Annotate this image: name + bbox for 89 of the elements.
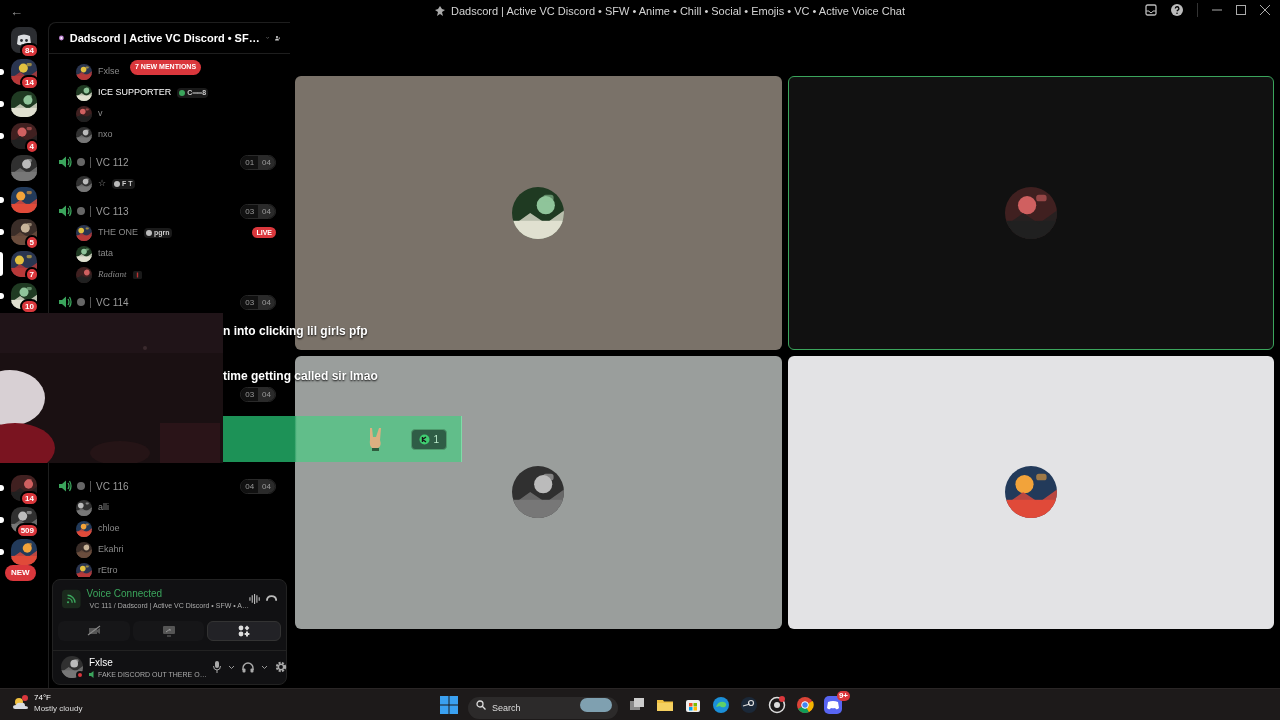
- user-avatar: [76, 175, 92, 192]
- user-avatar[interactable]: [61, 656, 83, 679]
- user-avatar: [76, 520, 92, 537]
- close-icon[interactable]: [1260, 5, 1270, 15]
- member-name[interactable]: Ekahri: [98, 542, 124, 557]
- chat-overlay-text: n into clicking lil girls pfp: [223, 323, 368, 340]
- user-avatar: [76, 541, 92, 558]
- user-avatar: [76, 499, 92, 516]
- server-name[interactable]: Dadscord | Active VC Discord • SF…: [69, 29, 260, 47]
- start-icon[interactable]: [440, 696, 458, 714]
- reaction-count: 1: [411, 428, 447, 450]
- user-avatar: [76, 562, 92, 577]
- user-avatar: [76, 105, 92, 122]
- user-avatar: [76, 245, 92, 262]
- user-count: 03 04: [240, 294, 276, 310]
- member-name[interactable]: Fxlse: [98, 64, 120, 79]
- voice-channel-icon: [58, 156, 72, 168]
- search-highlight-icon: [580, 698, 612, 712]
- tag-icon: [132, 270, 142, 279]
- lock-icon: [77, 158, 85, 166]
- emoji-icon: [419, 433, 431, 445]
- settings-icon[interactable]: [274, 661, 287, 674]
- user-count: 04 04: [240, 478, 276, 494]
- inbox-icon[interactable]: [1145, 4, 1157, 16]
- badge: 14: [20, 75, 39, 90]
- badge: 9+: [836, 691, 850, 701]
- member-name[interactable]: Radiant: [98, 267, 127, 282]
- sound-wave-icon[interactable]: [248, 592, 260, 605]
- channel-name[interactable]: VC 113: [96, 203, 129, 219]
- badge: 84: [20, 43, 39, 58]
- user-avatar: [76, 84, 92, 101]
- video-tile[interactable]: [787, 355, 1274, 629]
- lock-icon: [77, 298, 85, 306]
- search-icon: [476, 700, 486, 710]
- new-badge: NEW: [5, 565, 36, 581]
- chevron-down-icon[interactable]: [260, 664, 268, 670]
- temperature: 74°F: [34, 692, 52, 703]
- video-tile[interactable]: [787, 76, 1274, 350]
- lock-icon: [77, 482, 85, 490]
- user-name: Fxlse: [89, 655, 114, 670]
- member-name[interactable]: ☆: [98, 176, 106, 191]
- activities-button[interactable]: [207, 620, 281, 641]
- user-avatar: [76, 63, 92, 80]
- user-avatar: [76, 126, 92, 143]
- voice-channel-icon: [58, 205, 72, 217]
- user-count: 03 04: [240, 203, 276, 219]
- member-name[interactable]: chloe: [98, 521, 120, 536]
- badge: 509: [15, 523, 39, 538]
- help-icon[interactable]: [1171, 4, 1183, 16]
- chrome-icon[interactable]: [796, 696, 814, 714]
- browser-icon[interactable]: [712, 696, 730, 714]
- weather-text: Mostly cloudy: [34, 703, 83, 714]
- channel-name[interactable]: VC 112: [96, 154, 129, 170]
- voice-status: Voice Connected: [86, 587, 164, 601]
- screen-icon: [161, 624, 176, 637]
- lock-icon: [77, 207, 85, 215]
- member-name[interactable]: alli: [98, 500, 109, 515]
- microphone-icon[interactable]: [212, 661, 221, 674]
- recorder-icon[interactable]: [768, 696, 786, 714]
- camera-icon: [86, 624, 101, 637]
- window-title: Dadscord | Active VC Discord • SFW • Anime • Chill • Social • Emojis • VC • Active Voice Chat: [450, 3, 906, 19]
- channel-name[interactable]: VC 114: [96, 294, 129, 310]
- video-tile[interactable]: [295, 355, 782, 629]
- member-name[interactable]: nxo: [98, 127, 113, 142]
- member-name[interactable]: THE ONE: [98, 225, 138, 240]
- camera-button[interactable]: [58, 620, 130, 641]
- disconnect-icon[interactable]: [265, 595, 277, 603]
- user-avatar: [76, 266, 92, 283]
- user-avatar: [76, 224, 92, 241]
- chevron-down-icon[interactable]: [227, 664, 235, 670]
- member-name[interactable]: ICE SUPPORTER: [98, 85, 172, 100]
- activities-icon: [237, 624, 252, 637]
- voice-channel-icon: [58, 480, 72, 492]
- signal-icon: [62, 588, 81, 609]
- user-count: 03 04: [240, 386, 276, 402]
- discord-icon[interactable]: [824, 696, 842, 714]
- channel-name[interactable]: VC 116: [96, 478, 129, 494]
- back-button[interactable]: ←: [10, 2, 23, 22]
- member-name[interactable]: rEtro: [98, 563, 118, 577]
- speaker-icon: [89, 671, 96, 679]
- steam-icon[interactable]: [740, 696, 758, 714]
- member-name[interactable]: tata: [98, 246, 113, 261]
- maximize-icon[interactable]: [1236, 5, 1246, 15]
- user-count: 01 04: [240, 154, 276, 170]
- voice-channel-icon: [58, 296, 72, 308]
- badge: 14: [20, 491, 39, 506]
- member-name[interactable]: v: [98, 106, 103, 121]
- weather-icon[interactable]: [12, 695, 30, 711]
- headphones-icon[interactable]: [241, 661, 254, 673]
